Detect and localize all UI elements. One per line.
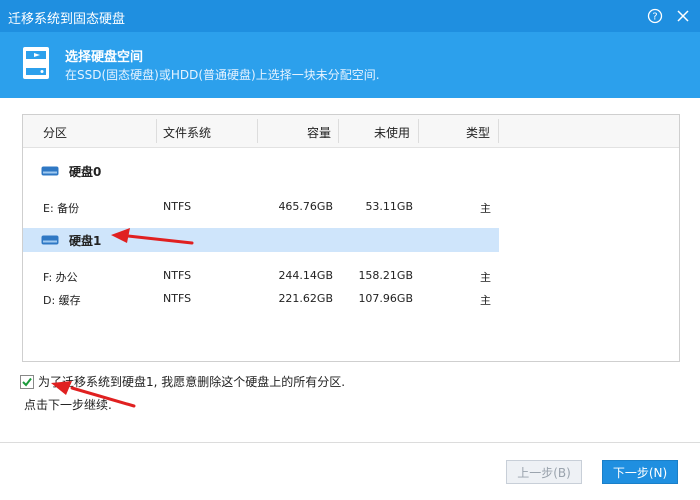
partition-type: 主 xyxy=(480,294,491,307)
svg-text:?: ? xyxy=(652,12,657,23)
partition-free: 53.11GB xyxy=(365,200,413,213)
partition-capacity: 244.14GB xyxy=(278,269,333,282)
partition-row[interactable]: F: 办公 NTFS 244.14GB 158.21GB 主 xyxy=(23,266,499,286)
partition-free: 107.96GB xyxy=(358,292,413,305)
delete-partitions-confirm: 为了迁移系统到硬盘1, 我愿意删除这个硬盘上的所有分区. xyxy=(20,373,345,390)
close-icon xyxy=(677,10,689,22)
header-title: 选择硬盘空间 xyxy=(65,50,144,65)
continue-hint: 点击下一步继续. xyxy=(24,398,112,412)
column-free[interactable]: 未使用 xyxy=(374,124,410,141)
footer-divider xyxy=(0,442,700,443)
partition-name: F: 办公 xyxy=(43,271,78,284)
confirm-checkbox[interactable] xyxy=(20,374,34,389)
checkmark-icon xyxy=(22,377,32,387)
hard-disk-icon xyxy=(41,235,59,245)
disk-label: 硬盘0 xyxy=(69,165,102,179)
next-button[interactable]: 下一步(N) xyxy=(602,460,678,484)
partition-capacity: 465.76GB xyxy=(278,200,333,213)
partition-row[interactable]: D: 缓存 NTFS 221.62GB 107.96GB 主 xyxy=(23,289,499,309)
hard-disk-icon xyxy=(41,166,59,176)
column-type[interactable]: 类型 xyxy=(466,124,490,141)
disk-drive-icon xyxy=(23,47,49,79)
title-bar: 迁移系统到固态硬盘 ? xyxy=(0,0,700,32)
window-title: 迁移系统到固态硬盘 xyxy=(8,12,126,27)
partition-filesystem: NTFS xyxy=(163,292,192,305)
disk-label: 硬盘1 xyxy=(69,234,102,248)
column-divider xyxy=(156,119,157,143)
partition-name: E: 备份 xyxy=(43,202,80,215)
previous-button[interactable]: 上一步(B) xyxy=(506,460,582,484)
disk-list-panel: 分区 文件系统 容量 未使用 类型 硬盘0 E: 备份 NTFS 465.76G… xyxy=(22,114,680,362)
column-divider xyxy=(257,119,258,143)
disk-row-1[interactable]: 硬盘1 xyxy=(23,228,499,252)
table-header: 分区 文件系统 容量 未使用 类型 xyxy=(23,115,679,148)
header-subtitle: 在SSD(固态硬盘)或HDD(普通硬盘)上选择一块未分配空间. xyxy=(65,68,380,82)
help-icon: ? xyxy=(647,8,663,24)
step-header: 选择硬盘空间 在SSD(固态硬盘)或HDD(普通硬盘)上选择一块未分配空间. xyxy=(0,32,700,98)
partition-type: 主 xyxy=(480,271,491,284)
column-capacity[interactable]: 容量 xyxy=(307,124,331,141)
partition-filesystem: NTFS xyxy=(163,200,192,213)
column-divider xyxy=(418,119,419,143)
disk-row-0[interactable]: 硬盘0 xyxy=(23,159,499,183)
confirm-label[interactable]: 为了迁移系统到硬盘1, 我愿意删除这个硬盘上的所有分区. xyxy=(38,373,345,390)
partition-filesystem: NTFS xyxy=(163,269,192,282)
column-partition[interactable]: 分区 xyxy=(43,124,67,141)
help-button[interactable]: ? xyxy=(644,5,666,27)
column-filesystem[interactable]: 文件系统 xyxy=(163,124,211,141)
partition-capacity: 221.62GB xyxy=(278,292,333,305)
partition-type: 主 xyxy=(480,202,491,215)
partition-free: 158.21GB xyxy=(358,269,413,282)
column-divider xyxy=(338,119,339,143)
close-button[interactable] xyxy=(672,5,694,27)
column-divider xyxy=(498,119,499,143)
partition-name: D: 缓存 xyxy=(43,294,81,307)
partition-row[interactable]: E: 备份 NTFS 465.76GB 53.11GB 主 xyxy=(23,197,499,217)
